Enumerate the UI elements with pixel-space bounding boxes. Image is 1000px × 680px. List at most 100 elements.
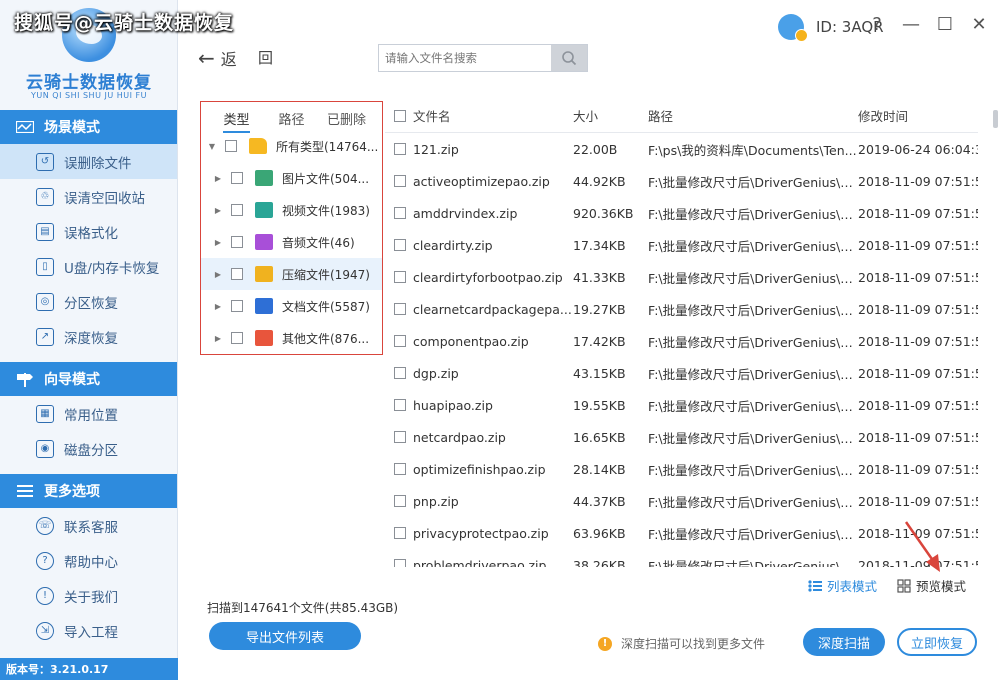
caret-down-icon[interactable]: ▼ [207, 142, 217, 151]
table-row[interactable]: optimizefinishpao.zip 28.14KB F:\批量修改尺寸后\D… [385, 453, 978, 485]
cell-time: 2018-11-09 07:51:57 [858, 237, 978, 253]
other-files-icon [255, 330, 273, 346]
table-row[interactable]: netcardpao.zip 16.65KB F:\批量修改尺寸后\DriverGe… [385, 421, 978, 453]
row-checkbox[interactable] [394, 527, 406, 539]
tab-path-label: 路径 [278, 112, 305, 128]
tree-item-checkbox[interactable] [231, 172, 243, 184]
row-checkbox[interactable] [394, 207, 406, 219]
tree-item-checkbox[interactable] [225, 140, 237, 152]
tree-item[interactable]: ▶ 压缩文件(1947) [201, 258, 382, 290]
sidebar-item-2-3[interactable]: ⇲ 导入工程 [0, 613, 177, 648]
table-row[interactable]: privacyprotectpao.zip 63.96KB F:\批量修改尺寸后\D… [385, 517, 978, 549]
caret-right-icon[interactable]: ▶ [213, 334, 223, 343]
tree-item-checkbox[interactable] [231, 268, 243, 280]
sidebar-item-label: 磁盘分区 [64, 442, 118, 459]
cell-name: dgp.zip [413, 365, 459, 381]
deep-scan-button[interactable]: 深度扫描 [803, 628, 885, 656]
search-input[interactable] [379, 45, 551, 71]
caret-right-icon[interactable]: ▶ [213, 206, 223, 215]
row-checkbox[interactable] [394, 463, 406, 475]
cell-name: amddrvindex.zip [413, 205, 518, 221]
row-checkbox[interactable] [394, 399, 406, 411]
sidebar-item-2-1[interactable]: ? 帮助中心 [0, 543, 177, 578]
back-button[interactable]: ← 返 [198, 46, 237, 70]
cell-name: privacyprotectpao.zip [413, 525, 549, 541]
tree-item-checkbox[interactable] [231, 236, 243, 248]
sidebar-item-2-0[interactable]: ☏ 联系客服 [0, 508, 177, 543]
column-header-time[interactable]: 修改时间 [858, 106, 978, 125]
tree-item-checkbox[interactable] [231, 300, 243, 312]
table-row[interactable]: 121.zip 22.00B F:\ps\我的资料库\Documents\Ten..… [385, 133, 978, 165]
sidebar-item-0-4[interactable]: ◎ 分区恢复 [0, 284, 177, 319]
help-button[interactable]: ? [868, 14, 886, 35]
row-checkbox[interactable] [394, 495, 406, 507]
caret-right-icon[interactable]: ▶ [213, 174, 223, 183]
caret-right-icon[interactable]: ▶ [213, 302, 223, 311]
search-button[interactable] [551, 45, 587, 71]
table-row[interactable]: cleardirty.zip 17.34KB F:\批量修改尺寸后\DriverGe… [385, 229, 978, 261]
export-file-list-button[interactable]: 导出文件列表 [209, 622, 361, 650]
tree-item[interactable]: ▶ 图片文件(504... [201, 162, 382, 194]
row-checkbox[interactable] [394, 303, 406, 315]
tree-item[interactable]: ▶ 音频文件(46) [201, 226, 382, 258]
cell-size: 19.55KB [573, 397, 626, 413]
sidebar-item-0-2[interactable]: ▤ 误格式化 [0, 214, 177, 249]
forward-button[interactable]: 回 [258, 47, 273, 68]
minimize-button[interactable]: — [902, 14, 920, 35]
tab-path[interactable]: 路径 [264, 105, 319, 128]
row-checkbox[interactable] [394, 239, 406, 251]
cell-size: 16.65KB [573, 429, 626, 445]
sidebar-item-0-1[interactable]: ♲ 误清空回收站 [0, 179, 177, 214]
select-all-checkbox[interactable] [394, 109, 406, 122]
sidebar-item-0-0[interactable]: ↺ 误删除文件 [0, 144, 177, 179]
maximize-button[interactable]: ☐ [936, 14, 954, 35]
tree-item-checkbox[interactable] [231, 332, 243, 344]
sidebar-item-0-5[interactable]: ↗ 深度恢复 [0, 319, 177, 354]
tab-deleted-label: 已删除 [326, 112, 366, 128]
row-checkbox[interactable] [394, 143, 406, 155]
tree-item[interactable]: ▼ 所有类型(14764... [201, 130, 382, 162]
table-row[interactable]: problemdriverpao.zip 38.26KB F:\批量修改尺寸后\Dr… [385, 549, 978, 567]
column-header-size[interactable]: 大小 [573, 106, 648, 125]
recover-now-button[interactable]: 立即恢复 [897, 628, 977, 656]
sidebar-item-1-1[interactable]: ◉ 磁盘分区 [0, 431, 177, 466]
tree-item-checkbox[interactable] [231, 204, 243, 216]
arrow-left-icon: ← [198, 46, 215, 70]
caret-right-icon[interactable]: ▶ [213, 270, 223, 279]
row-checkbox[interactable] [394, 271, 406, 283]
table-row[interactable]: dgp.zip 43.15KB F:\批量修改尺寸后\DriverGenius\d.… [385, 357, 978, 389]
row-checkbox[interactable] [394, 431, 406, 443]
tree-item[interactable]: ▶ 文档文件(5587) [201, 290, 382, 322]
sidebar-item-2-2[interactable]: ! 关于我们 [0, 578, 177, 613]
cell-time: 2018-11-09 07:51:57 [858, 429, 978, 445]
table-row[interactable]: cleardirtyforbootpao.zip 41.33KB F:\批量修改尺寸… [385, 261, 978, 293]
caret-right-icon[interactable]: ▶ [213, 238, 223, 247]
tab-deleted[interactable]: 已删除 [319, 105, 374, 128]
sidebar-item-1-0[interactable]: ▦ 常用位置 [0, 396, 177, 431]
row-checkbox[interactable] [394, 559, 406, 567]
cell-path: F:\批量修改尺寸后\DriverGenius\d... [648, 430, 858, 446]
video-icon [255, 202, 273, 218]
table-row[interactable]: componentpao.zip 17.42KB F:\批量修改尺寸后\Driver… [385, 325, 978, 357]
recycle-bin-icon: ♲ [36, 187, 54, 206]
table-row[interactable]: clearnetcardpackagepa... 19.27KB F:\批量修改尺寸… [385, 293, 978, 325]
tree-item[interactable]: ▶ 其他文件(876... [201, 322, 382, 354]
list-mode-button[interactable]: 列表模式 [808, 576, 877, 595]
column-header-path[interactable]: 路径 [648, 106, 858, 125]
row-checkbox[interactable] [394, 335, 406, 347]
close-button[interactable]: ✕ [970, 14, 988, 35]
row-checkbox[interactable] [394, 175, 406, 187]
table-row[interactable]: activeoptimizepao.zip 44.92KB F:\批量修改尺寸后\D… [385, 165, 978, 197]
column-header-name[interactable]: 文件名 [413, 106, 573, 125]
cell-path: F:\批量修改尺寸后\DriverGenius\d... [648, 206, 858, 222]
row-checkbox[interactable] [394, 367, 406, 379]
table-row[interactable]: pnp.zip 44.37KB F:\批量修改尺寸后\DriverGenius\d.… [385, 485, 978, 517]
table-row[interactable]: amddrvindex.zip 920.36KB F:\批量修改尺寸后\Driver… [385, 197, 978, 229]
sidebar-item-0-3[interactable]: ▯ U盘/内存卡恢复 [0, 249, 177, 284]
tab-type[interactable]: 类型 [209, 105, 264, 133]
cell-path: F:\批量修改尺寸后\DriverGenius\d... [648, 526, 858, 542]
preview-mode-button[interactable]: 预览模式 [897, 576, 966, 595]
list-scrollbar[interactable] [993, 110, 998, 128]
table-row[interactable]: huapipao.zip 19.55KB F:\批量修改尺寸后\DriverGeni… [385, 389, 978, 421]
tree-item[interactable]: ▶ 视频文件(1983) [201, 194, 382, 226]
